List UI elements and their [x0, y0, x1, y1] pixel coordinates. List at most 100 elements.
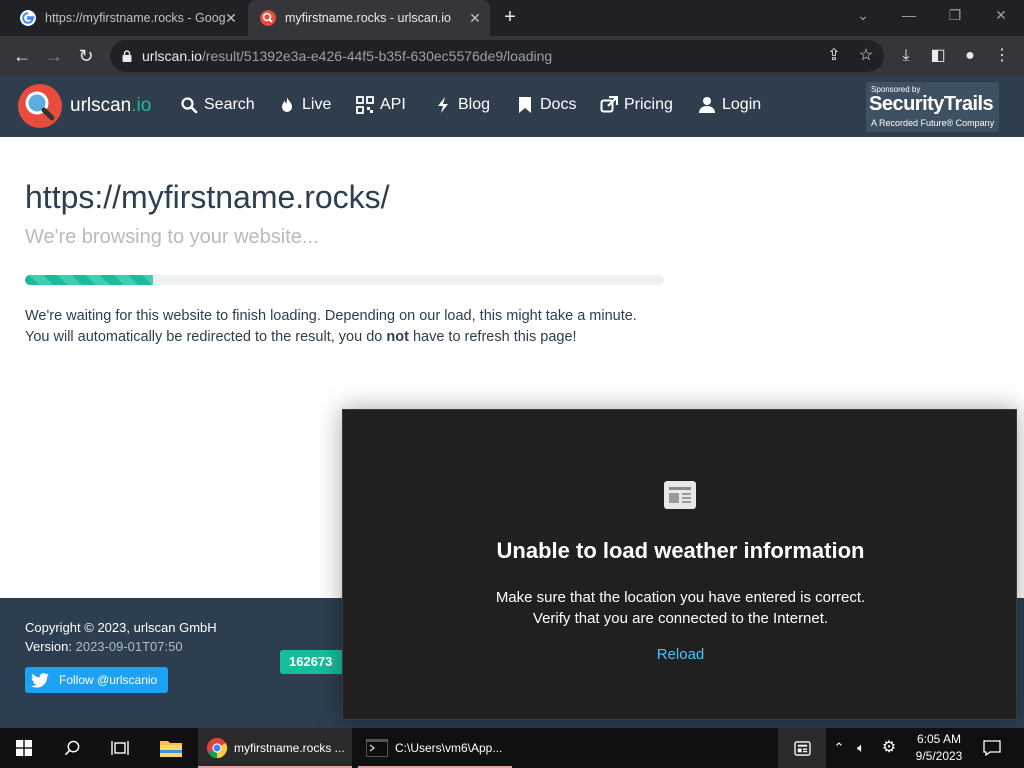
chrome-icon — [206, 737, 228, 759]
nav-label: API — [380, 96, 406, 113]
wait-message-text: have to refresh this page! — [408, 329, 577, 345]
weather-error-message-2: Verify that you are connected to the Int… — [532, 610, 829, 627]
twitter-follow-button[interactable]: Follow @urlscanio — [25, 667, 168, 693]
scan-status-subheading: We're browsing to your website... — [25, 226, 319, 248]
sponsor-company: A Recorded Future® Company — [871, 118, 995, 128]
scan-progress-bar — [25, 275, 664, 285]
notification-icon — [983, 740, 1001, 756]
nav-live[interactable]: Live — [278, 96, 331, 114]
task-view-button[interactable] — [96, 728, 144, 768]
address-host: urlscan.io — [142, 48, 202, 64]
clock-date: 9/5/2023 — [915, 749, 963, 763]
profile-icon[interactable]: ● — [958, 44, 982, 68]
minimize-icon[interactable]: — — [886, 0, 932, 30]
urlscan-logo[interactable] — [18, 84, 62, 128]
wait-message-text: You will automatically be redirected to … — [25, 329, 387, 345]
nav-search[interactable]: Search — [180, 96, 255, 114]
nav-label: Docs — [540, 96, 577, 113]
version-label: Version: — [25, 639, 72, 654]
nav-api[interactable]: API — [356, 96, 406, 114]
scan-url-heading: https://myfirstname.rocks/ — [25, 179, 390, 215]
terminal-icon — [366, 739, 388, 757]
weather-error-message-1: Make sure that the location you have ent… — [495, 589, 866, 606]
taskbar-app-label: myfirstname.rocks ... — [234, 741, 345, 755]
fire-icon — [282, 97, 292, 112]
tab-title: myfirstname.rocks - urlscan.io — [285, 11, 452, 25]
bookmark-star-icon[interactable]: ☆ — [854, 44, 878, 68]
weather-widget-button[interactable] — [778, 728, 826, 768]
magnifier-logo-icon — [25, 91, 55, 121]
sponsor-badge[interactable]: Sponsored by SecurityTrails A Recorded F… — [866, 82, 999, 132]
taskbar-chrome-app[interactable]: myfirstname.rocks ... — [198, 728, 352, 768]
nav-docs[interactable]: Docs — [516, 96, 576, 114]
nav-login[interactable]: Login — [698, 96, 761, 114]
site-logo-text[interactable]: urlscan.io — [70, 95, 151, 117]
nav-label: Live — [302, 96, 332, 113]
newspaper-icon — [664, 481, 696, 509]
logo-name: urlscan — [70, 95, 132, 116]
address-bar[interactable]: urlscan.io/result/51392e3a-e426-44f5-b35… — [110, 40, 884, 72]
external-link-icon — [600, 96, 618, 113]
twitter-icon — [31, 672, 49, 688]
folder-icon — [160, 741, 182, 757]
close-tab-icon[interactable]: ✕ — [222, 9, 240, 27]
share-icon[interactable]: ⇪ — [822, 44, 846, 68]
download-icon[interactable]: ⤓ — [894, 44, 918, 68]
lock-icon — [122, 50, 132, 62]
progress-fill — [25, 275, 153, 285]
forward-icon[interactable]: → — [42, 44, 66, 68]
action-center-button[interactable] — [972, 728, 1012, 768]
weather-flyout: Unable to load weather information Make … — [342, 409, 1017, 720]
wait-message-emphasis: not — [386, 329, 409, 345]
search-icon — [181, 97, 198, 114]
news-widget-icon — [793, 740, 811, 756]
browser-tab-strip: https://myfirstname.rocks - Goog ✕ myfir… — [0, 0, 1024, 36]
weather-reload-link[interactable]: Reload — [343, 646, 1018, 663]
wait-message-line1: We're waiting for this website to finish… — [25, 308, 637, 324]
nav-label: Pricing — [624, 96, 673, 113]
task-view-icon — [111, 741, 129, 755]
search-icon — [64, 740, 79, 755]
taskbar-app-label: C:\Users\vm6\App... — [395, 741, 503, 755]
side-panel-icon[interactable]: ◧ — [926, 44, 950, 68]
wait-message-line2: You will automatically be redirected to … — [25, 329, 577, 345]
volume-icon[interactable]: 🔈︎ — [852, 739, 870, 757]
version-value: 2023-09-01T07:50 — [75, 639, 183, 654]
sponsor-name: SecurityTrails — [869, 93, 994, 115]
start-button[interactable] — [0, 728, 48, 768]
restore-icon[interactable]: ❐ — [932, 0, 978, 30]
nav-label: Blog — [458, 96, 491, 113]
taskbar-search-button[interactable] — [48, 728, 96, 768]
copyright: Copyright © 2023, urlscan GmbH — [25, 620, 217, 635]
menu-icon[interactable]: ⋮ — [990, 44, 1014, 68]
user-icon — [699, 97, 715, 113]
twitter-follow-label: Follow @urlscanio — [59, 673, 158, 687]
file-explorer-button[interactable] — [144, 728, 198, 768]
settings-gear-icon[interactable]: ⚙ — [880, 739, 898, 757]
new-tab-button[interactable]: + — [498, 6, 522, 30]
bolt-icon — [438, 97, 448, 113]
show-hidden-icons[interactable]: ⌃ — [830, 739, 848, 757]
weather-error-title: Unable to load weather information — [496, 538, 865, 563]
back-icon[interactable]: ← — [10, 44, 34, 68]
close-window-icon[interactable]: ✕ — [978, 0, 1024, 30]
urlscan-icon — [260, 10, 276, 26]
taskbar-terminal-app[interactable]: C:\Users\vm6\App... — [358, 728, 512, 768]
reload-icon[interactable]: ↻ — [74, 44, 98, 68]
system-clock[interactable]: 6:05 AM 9/5/2023 — [906, 731, 972, 765]
version-line: Version: 2023-09-01T07:50 — [25, 639, 183, 654]
browser-toolbar: ← → ↻ urlscan.io/result/51392e3a-e426-44… — [0, 36, 1024, 76]
qrcode-icon — [356, 96, 374, 114]
nav-blog[interactable]: Blog — [434, 96, 490, 114]
scan-counter-badge: 162673 — [280, 650, 344, 674]
google-icon — [20, 10, 36, 26]
clock-time: 6:05 AM — [916, 732, 962, 746]
nav-label: Search — [204, 96, 255, 113]
nav-pricing[interactable]: Pricing — [600, 96, 673, 114]
tab-search-icon[interactable]: ⌄ — [840, 0, 886, 30]
browser-tab-urlscan[interactable]: myfirstname.rocks - urlscan.io ✕ — [248, 0, 490, 36]
browser-tab-google[interactable]: https://myfirstname.rocks - Goog ✕ — [8, 0, 246, 36]
close-tab-icon[interactable]: ✕ — [466, 9, 484, 27]
address-url: urlscan.io/result/51392e3a-e426-44f5-b35… — [142, 48, 552, 64]
address-path: /result/51392e3a-e426-44f5-b35f-630ec557… — [201, 48, 553, 64]
